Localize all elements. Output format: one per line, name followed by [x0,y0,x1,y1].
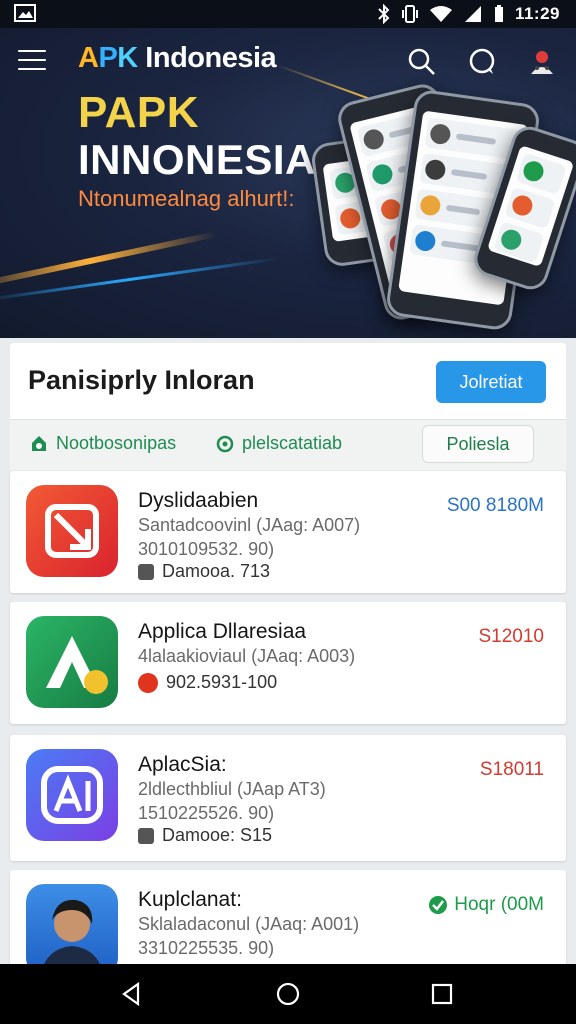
app-price: S12010 [478,626,544,647]
app-price: S00 8180M [446,495,544,516]
app-subtitle: Santadcoovinl (JAag: A007) [138,515,361,535]
check-circle-icon [429,896,448,914]
status-time: 11:29 [514,4,560,23]
circle-filter-icon [216,435,234,452]
section-action-button[interactable]: Jolretiat [436,361,546,403]
section-title: Panisiprly Inloran [28,365,255,395]
filter-chip-2[interactable]: plelscatatiab [216,433,342,454]
battery-icon [494,5,503,22]
app-logo-icon [45,504,99,558]
section-header: Panisiprly Inloran Jolretiat [10,343,566,419]
app-price: Hoqr (00M [428,894,544,916]
app-icon-1 [26,485,118,577]
app-meta: 902.5931-100 [138,672,277,693]
brand-logo: APK Indonesia [78,42,277,74]
hero-subtitle: Ntonumealnag alhurt!: [78,186,295,211]
record-icon [138,672,158,693]
app-icon-2 [26,616,118,708]
app-list-item[interactable]: Dyslidaabien Santadcoovinl (JAag: A007) … [10,471,566,593]
app-list-item[interactable]: Applica Dllaresiaa 4lalaakioviaul (JAaq:… [10,602,566,724]
status-bar: 11:29 [0,0,576,28]
app-subtitle: Sklaladaconul (JAaq: A001) [138,914,360,934]
wifi-icon [429,6,452,22]
app-detail: 3310225535. 90) [138,938,275,958]
home-icon[interactable] [274,980,302,1008]
bluetooth-icon [378,4,390,24]
app-subtitle: 2ldlecthbliul (JAap AT3) [138,779,326,799]
top-app-bar: APK Indonesia [0,28,576,94]
download-icon [138,563,154,580]
app-meta: Damooa. 713 [138,561,270,582]
app-name: Dyslidaabien [138,489,259,512]
search-icon[interactable] [406,46,438,78]
signal-icon [464,6,481,22]
android-filter-icon [32,435,46,451]
app-name: Applica Dllaresiaa [138,620,307,643]
system-nav-bar [0,964,576,1024]
app-subtitle: 4lalaakioviaul (JAaq: A003) [138,646,356,666]
play-icon [138,827,154,844]
vibrate-icon [401,5,418,23]
avatar-icon [41,899,103,970]
gallery-notification-icon [14,4,36,22]
app-price: S18011 [479,759,544,780]
filter-button[interactable]: Poliesla [422,425,534,463]
app-meta: Damooe: S15 [138,825,272,846]
hero-title-line1: PAPK [78,88,199,137]
hero-title-line2: INNONESIA [78,136,316,183]
filter-bar: Nootbosonipas plelscatatiab Poliesla [10,419,566,470]
app-detail: 1510225526. 90) [138,803,275,823]
app-logo-icon [41,766,103,824]
filter-chip-1[interactable]: Nootbosonipas [30,433,176,454]
app-detail: 3010109532. 90) [138,539,275,559]
recents-icon[interactable] [428,980,456,1008]
app-list-item[interactable]: Kuplclanat: Sklaladaconul (JAaq: A001) 3… [10,870,566,970]
app-name: AplacSia: [138,753,227,776]
menu-icon[interactable] [18,50,46,72]
app-icon-3 [26,749,118,841]
back-icon[interactable] [118,980,146,1008]
app-logo-icon [46,636,108,694]
app-icon-4 [26,884,118,970]
profile-icon[interactable] [526,46,558,78]
app-list-item[interactable]: AplacSia: 2ldlecthbliul (JAap AT3) 15102… [10,735,566,861]
app-name: Kuplclanat: [138,888,242,911]
chat-icon[interactable] [466,46,498,78]
